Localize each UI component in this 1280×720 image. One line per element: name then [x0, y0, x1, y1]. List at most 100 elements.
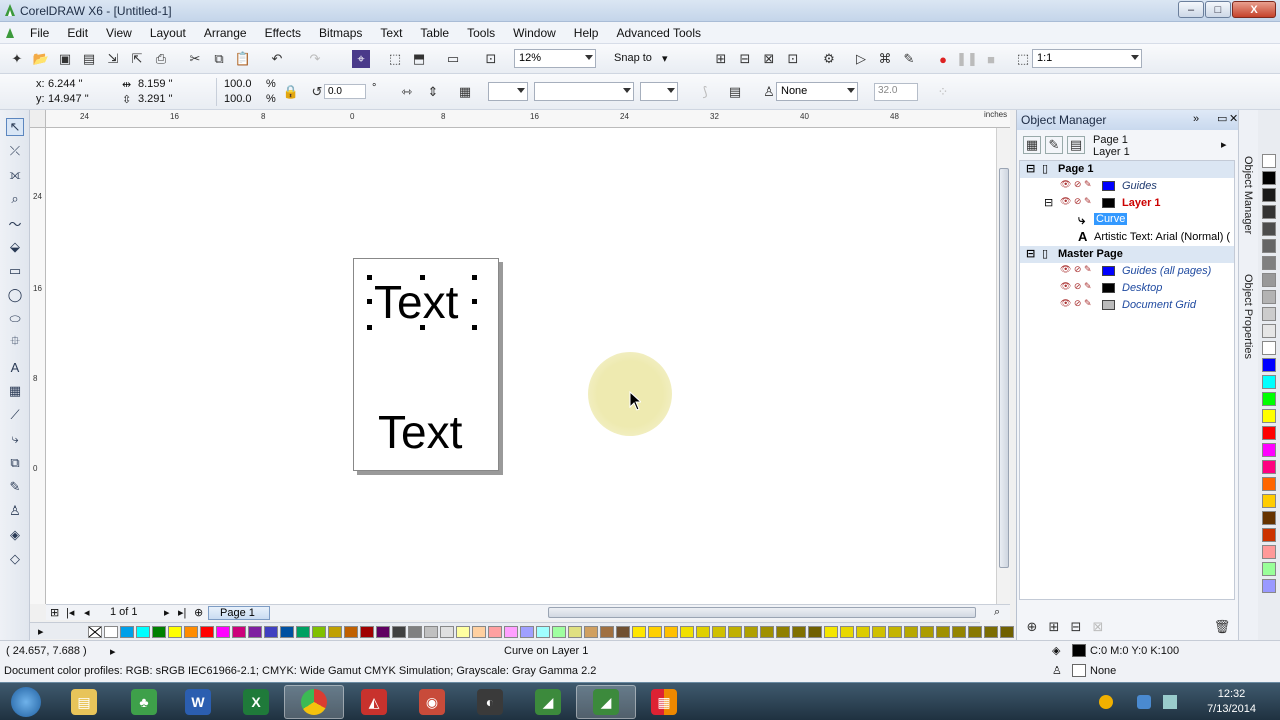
arrowhead-select[interactable] — [640, 82, 678, 101]
layer-color-swatch[interactable] — [1102, 181, 1115, 191]
x-position-field[interactable]: 6.244 " — [48, 78, 83, 90]
taskbar-office[interactable]: ▦ — [634, 685, 694, 719]
layer-color-swatch[interactable] — [1102, 283, 1115, 293]
scale-y-field[interactable]: 100.0 — [224, 93, 252, 105]
zoom-fit-icon[interactable]: ⊡ — [482, 50, 500, 68]
redo-icon[interactable]: ↷ — [306, 50, 324, 68]
color-swatch[interactable] — [840, 626, 854, 638]
edit-across-layers-icon[interactable]: ✎ — [1045, 136, 1063, 154]
taskbar-app-red[interactable]: ◭ — [344, 685, 404, 719]
expand-icon[interactable]: » — [1193, 113, 1199, 125]
color-swatch[interactable] — [568, 626, 582, 638]
palette-flyout-icon[interactable]: ▸ — [38, 625, 44, 638]
color-swatch[interactable] — [1262, 426, 1276, 440]
outline-swatch[interactable] — [1072, 664, 1086, 677]
color-swatch[interactable] — [1262, 154, 1276, 168]
color-swatch[interactable] — [280, 626, 294, 638]
taskbar-coreldraw[interactable]: ◢ — [518, 685, 578, 719]
color-swatch[interactable] — [1000, 626, 1014, 638]
new-master-layer-icon[interactable]: ⊞ — [1045, 618, 1063, 636]
mirror-horizontal-icon[interactable]: ⇿ — [398, 83, 416, 101]
layer-visibility-icon[interactable]: 👁 ⊘ ✎ — [1060, 264, 1092, 275]
taskbar-excel[interactable]: X — [226, 685, 286, 719]
tree-row[interactable]: ⊟ ▯ Master Page — [1020, 246, 1234, 263]
vba-icon[interactable]: ✎ — [900, 50, 918, 68]
zoom-tool-icon[interactable]: ⌕ — [6, 190, 24, 208]
tab-object-manager[interactable]: Object Manager — [1242, 156, 1254, 234]
play-icon[interactable]: ▷ — [852, 50, 870, 68]
menu-tools[interactable]: Tools — [467, 26, 495, 40]
tree-row[interactable]: 👁 ⊘ ✎ Guides (all pages) — [1020, 263, 1234, 280]
color-swatch[interactable] — [104, 626, 118, 638]
color-swatch[interactable] — [1262, 341, 1276, 355]
export-icon[interactable]: ⇱ — [128, 50, 146, 68]
color-swatch[interactable] — [1262, 256, 1276, 270]
taskbar-word[interactable]: W — [168, 685, 228, 719]
outline-tool-icon[interactable]: ♙ — [6, 502, 24, 520]
color-swatch[interactable] — [1262, 392, 1276, 406]
color-swatch[interactable] — [712, 626, 726, 638]
delete-icon[interactable]: 🗑 — [1213, 618, 1231, 636]
tray-icon[interactable] — [1096, 685, 1116, 719]
copy-icon[interactable]: ⧉ — [210, 50, 228, 68]
page-size-icon[interactable]: ⬚ — [1014, 50, 1032, 68]
color-swatch[interactable] — [184, 626, 198, 638]
height-field[interactable]: 3.291 " — [138, 93, 173, 105]
import-icon[interactable]: ⇲ — [104, 50, 122, 68]
lock-ratio-icon[interactable]: 🔒 — [282, 83, 300, 101]
tree-row[interactable]: 👁 ⊘ ✎ Guides — [1020, 178, 1234, 195]
prev-page-icon[interactable]: ◂ — [84, 606, 90, 619]
shape-tool-icon[interactable]: ⤫ — [6, 142, 24, 160]
menu-window[interactable]: Window — [513, 26, 556, 40]
polygon-tool-icon[interactable]: ⬭ — [6, 310, 24, 328]
selection-handle[interactable] — [367, 275, 372, 280]
undo-icon[interactable]: ↶ — [268, 50, 286, 68]
application-launcher-icon[interactable]: ⌖ — [352, 50, 370, 68]
color-swatch[interactable] — [376, 626, 390, 638]
tree-row[interactable]: A Artistic Text: Arial (Normal) ( — [1020, 229, 1234, 246]
color-swatch[interactable] — [1262, 205, 1276, 219]
close-docker-icon[interactable]: ✕ — [1229, 112, 1238, 125]
clock[interactable]: 12:32 7/13/2014 — [1207, 687, 1256, 717]
color-swatch[interactable] — [1262, 307, 1276, 321]
color-swatch[interactable] — [472, 626, 486, 638]
color-swatch[interactable] — [1262, 222, 1276, 236]
selection-handle[interactable] — [367, 299, 372, 304]
layer-visibility-icon[interactable]: 👁 ⊘ ✎ — [1060, 298, 1092, 309]
horizontal-scroll-thumb[interactable] — [548, 607, 976, 618]
color-swatch[interactable] — [120, 626, 134, 638]
options-icon[interactable]: ⚙ — [820, 50, 838, 68]
menu-advanced-tools[interactable]: Advanced Tools — [616, 26, 701, 40]
smart-fill-icon[interactable]: ⬙ — [6, 238, 24, 256]
align-icon[interactable]: ⊞ — [712, 50, 730, 68]
color-swatch[interactable] — [1262, 494, 1276, 508]
collapse-icon[interactable]: ⊟ — [1026, 162, 1035, 175]
fill-swatch[interactable] — [1072, 644, 1086, 657]
print-icon[interactable]: ⎙ — [152, 50, 170, 68]
color-swatch[interactable] — [1262, 511, 1276, 525]
table-tool-icon[interactable]: ▦ — [6, 382, 24, 400]
add-page-icon[interactable]: ⊕ — [194, 606, 203, 619]
text-tool-icon[interactable]: A — [6, 358, 24, 376]
taskbar-chrome[interactable] — [284, 685, 344, 719]
show-properties-icon[interactable]: ▦ — [1023, 136, 1041, 154]
color-swatch[interactable] — [584, 626, 598, 638]
color-swatch[interactable] — [1262, 443, 1276, 457]
taskbar-camera[interactable]: ◉ — [402, 685, 462, 719]
color-swatch[interactable] — [1262, 273, 1276, 287]
full-screen-preview-icon[interactable]: ▭ — [444, 50, 462, 68]
color-profiles[interactable]: Document color profiles: RGB: sRGB IEC61… — [4, 665, 596, 677]
color-swatch[interactable] — [536, 626, 550, 638]
color-swatch[interactable] — [632, 626, 646, 638]
fill-tool-icon[interactable]: ◈ — [6, 526, 24, 544]
rectangle-tool-icon[interactable]: ▭ — [6, 262, 24, 280]
selection-handle[interactable] — [420, 325, 425, 330]
layer-visibility-icon[interactable]: 👁 ⊘ ✎ — [1060, 179, 1092, 190]
color-swatch[interactable] — [664, 626, 678, 638]
color-swatch[interactable] — [872, 626, 886, 638]
taskbar-explorer[interactable]: ▤ — [54, 685, 114, 719]
tree-row[interactable]: 👁 ⊘ ✎ ⊟ Layer 1 — [1020, 195, 1234, 212]
new-layer-icon[interactable]: ⊕ — [1023, 618, 1041, 636]
new-master-all-icon[interactable]: ⊟ — [1067, 618, 1085, 636]
color-swatch[interactable] — [1262, 324, 1276, 338]
